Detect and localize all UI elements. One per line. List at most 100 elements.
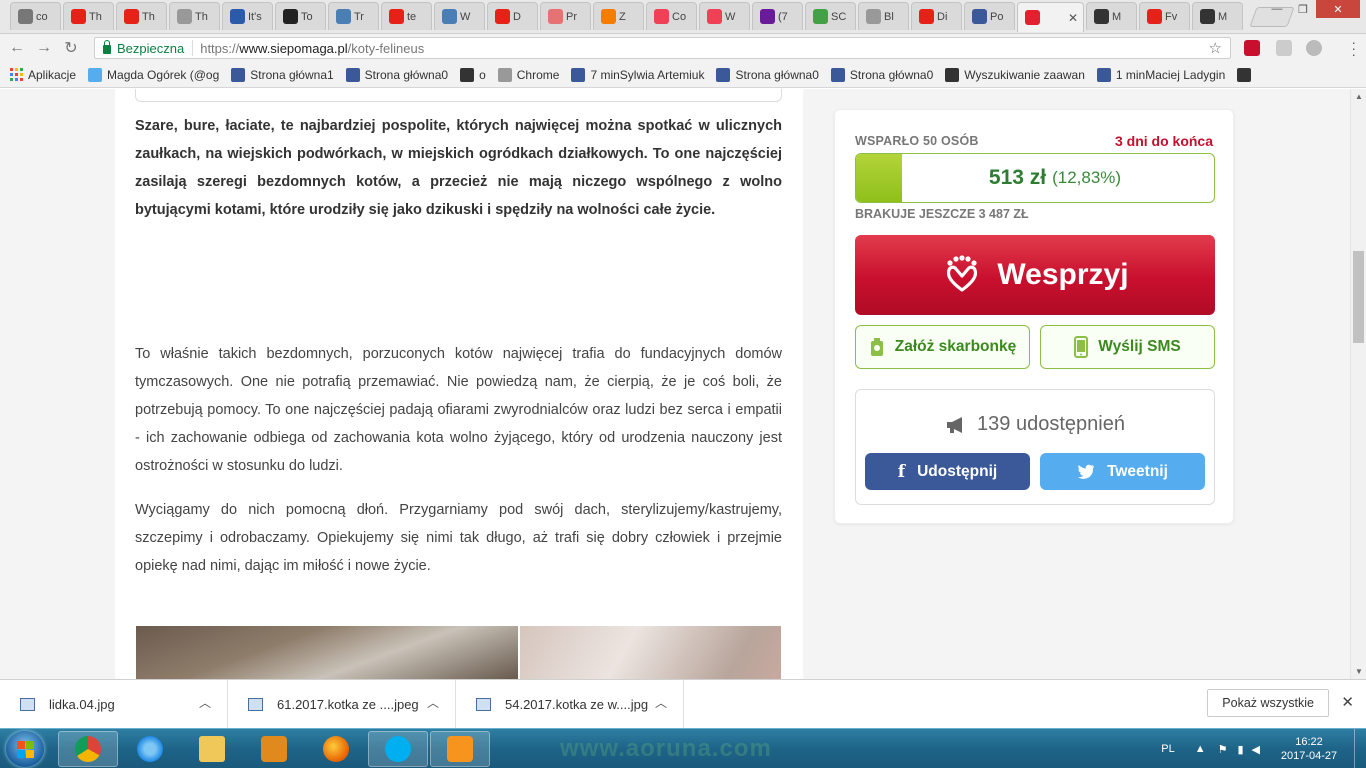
browser-tab[interactable]: M <box>1086 2 1137 30</box>
browser-tab[interactable]: Pr <box>540 2 591 30</box>
browser-tab[interactable]: Th <box>169 2 220 30</box>
bookmark-item[interactable]: Strona główna0 <box>345 67 449 82</box>
scroll-down-icon[interactable]: ▼ <box>1355 667 1363 676</box>
share-count: 139 udostępnień <box>856 413 1214 436</box>
browser-tab[interactable]: Bl <box>858 2 909 30</box>
bookmark-item[interactable]: Strona główna1 <box>231 67 334 82</box>
language-indicator[interactable]: PL <box>1161 743 1174 755</box>
ie-icon[interactable] <box>120 731 180 767</box>
extension-globe-icon[interactable] <box>1306 40 1322 56</box>
extension-red-icon[interactable] <box>1244 40 1260 56</box>
network-icon[interactable]: ▮ <box>1237 743 1243 756</box>
bookmark-label: Magda Ogórek (@og <box>107 67 220 82</box>
browser-tab[interactable]: Z <box>593 2 644 30</box>
create-piggybank-button[interactable]: Załóż skarbonkę <box>855 325 1030 369</box>
browser-tab[interactable]: Co <box>646 2 697 30</box>
browser-tab[interactable]: Tr <box>328 2 379 30</box>
close-tab-icon[interactable]: ✕ <box>1068 11 1078 25</box>
restore-icon[interactable]: ❐ <box>1290 0 1316 18</box>
translate-icon <box>442 9 457 24</box>
security-indicator[interactable]: Bezpieczna <box>95 40 194 56</box>
flag-icon[interactable]: ⚑ <box>1218 743 1228 756</box>
tab-title: co <box>36 10 48 23</box>
previous-box-edge <box>135 89 782 102</box>
bookmark-item[interactable]: Aplikacje <box>10 68 76 82</box>
browser-tab[interactable]: (7 <box>752 2 803 30</box>
cat-photo-2[interactable] <box>520 626 781 679</box>
chrome-icon[interactable] <box>58 731 118 767</box>
chevron-up-icon[interactable]: ︿ <box>199 694 211 711</box>
bookmark-item[interactable] <box>1237 67 1252 82</box>
chevron-up-icon[interactable]: ︿ <box>427 694 439 711</box>
extension-h-icon[interactable] <box>1276 40 1292 56</box>
browser-tab[interactable]: Th <box>63 2 114 30</box>
page-viewport: Szare, bure, łaciate, te najbardziej pos… <box>0 89 1350 679</box>
send-sms-button[interactable]: Wyślij SMS <box>1040 325 1215 369</box>
browser-tab[interactable]: Th <box>116 2 167 30</box>
missing-amount: BRAKUJE JESZCZE 3 487 ZŁ <box>855 207 1029 221</box>
forward-icon[interactable]: → <box>34 38 54 58</box>
pdf-app-icon[interactable] <box>430 731 490 767</box>
show-desktop-button[interactable] <box>1354 729 1366 768</box>
bookmark-item[interactable]: 7 minSylwia Artemiuk <box>571 67 704 82</box>
download-item[interactable]: 54.2017.kotka ze w....jpg ︿ <box>456 679 684 729</box>
bookmark-label: Strona główna0 <box>364 67 449 82</box>
media-player-icon[interactable] <box>244 731 304 767</box>
browser-tab[interactable]: M <box>1192 2 1243 30</box>
bookmark-item[interactable]: Chrome <box>497 67 559 82</box>
browser-tab[interactable]: To <box>275 2 326 30</box>
download-item[interactable]: 61.2017.kotka ze ....jpeg ︿ <box>228 679 456 729</box>
bookmark-item[interactable]: 1 minMaciej Ladygin <box>1096 67 1225 82</box>
facebook-icon <box>231 67 246 82</box>
page-scrollbar[interactable]: ▲ ▼ <box>1350 89 1366 679</box>
chrome-menu-icon[interactable]: · · · <box>1351 35 1356 61</box>
cat-photo-1[interactable] <box>136 626 518 679</box>
bookmark-label: Strona główna0 <box>849 67 934 82</box>
browser-tab[interactable]: ✕ <box>1017 2 1084 32</box>
close-window-icon[interactable]: ✕ <box>1316 0 1360 18</box>
browser-tab[interactable]: Po <box>964 2 1015 30</box>
bookmark-item[interactable]: Magda Ogórek (@og <box>88 67 220 82</box>
skype-icon[interactable] <box>368 731 428 767</box>
volume-icon[interactable]: ◀ <box>1252 743 1260 756</box>
youtube-icon <box>71 9 86 24</box>
browser-tab[interactable]: Di <box>911 2 962 30</box>
download-item[interactable]: lidka.04.jpg ︿ <box>0 679 228 729</box>
bookmark-item[interactable]: o <box>460 67 486 82</box>
tray-arrow-icon[interactable]: ▲ <box>1195 743 1206 755</box>
minimize-icon[interactable]: — <box>1264 0 1290 18</box>
browser-tab[interactable]: SC <box>805 2 856 30</box>
browser-tab[interactable]: D <box>487 2 538 30</box>
clock[interactable]: 16:22 2017-04-27 <box>1264 735 1354 763</box>
browser-tab[interactable]: co <box>10 2 61 30</box>
collected-percent: (12,83%) <box>1052 168 1122 187</box>
chevron-up-icon[interactable]: ︿ <box>655 694 667 711</box>
scrollbar-thumb[interactable] <box>1353 251 1364 343</box>
clock-time: 16:22 <box>1295 736 1323 748</box>
clock-date: 2017-04-27 <box>1280 750 1338 762</box>
facebook-share-button[interactable]: f Udostępnij <box>865 453 1030 490</box>
intro-paragraph: Szare, bure, łaciate, te najbardziej pos… <box>135 118 782 218</box>
bookmark-item[interactable]: Strona główna0 <box>716 67 819 82</box>
firefox-icon[interactable] <box>306 731 366 767</box>
browser-tab[interactable]: It's <box>222 2 273 30</box>
back-icon[interactable]: ← <box>7 38 27 58</box>
reload-icon[interactable]: ↻ <box>61 38 81 58</box>
browser-tab[interactable]: W <box>699 2 750 30</box>
cat-icon <box>1237 67 1252 82</box>
donate-button[interactable]: Wesprzyj <box>855 235 1215 315</box>
scroll-up-icon[interactable]: ▲ <box>1355 92 1363 101</box>
doc-icon <box>548 9 563 24</box>
explorer-folder-icon[interactable] <box>182 731 242 767</box>
address-bar[interactable]: Bezpieczna https://www.siepomaga.pl/koty… <box>94 37 1231 59</box>
windows-start-icon[interactable] <box>6 731 44 767</box>
bookmark-item[interactable]: Wyszukiwanie zaawan <box>945 67 1085 82</box>
bookmark-item[interactable]: Strona główna0 <box>830 67 934 82</box>
bookmark-star-icon[interactable]: ☆ <box>1209 39 1222 57</box>
tweet-button[interactable]: Tweetnij <box>1040 453 1205 490</box>
show-all-downloads-button[interactable]: Pokaż wszystkie <box>1207 689 1329 717</box>
browser-tab[interactable]: te <box>381 2 432 30</box>
browser-tab[interactable]: Fv <box>1139 2 1190 30</box>
close-downloads-icon[interactable]: ✕ <box>1341 693 1354 711</box>
browser-tab[interactable]: W <box>434 2 485 30</box>
